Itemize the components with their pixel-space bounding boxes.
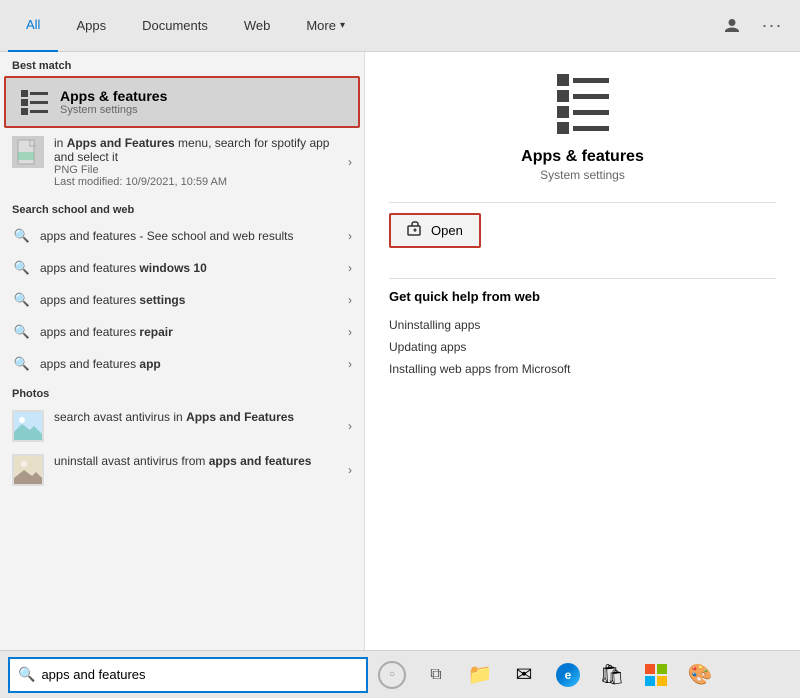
chevron-right-icon: › (348, 155, 352, 169)
web-result-0[interactable]: 🔍 apps and features - See school and web… (0, 220, 364, 252)
file-type: PNG File (54, 164, 344, 176)
search-icon-1: 🔍 (12, 258, 32, 278)
file-title-prefix: in (54, 136, 67, 150)
photos-text-0: search avast antivirus in Apps and Featu… (54, 410, 344, 424)
file-title-bold: Apps and Features (67, 136, 175, 150)
store-icon: 🛍 (599, 662, 624, 687)
quick-help-link-0[interactable]: Uninstalling apps (389, 314, 776, 336)
tab-more[interactable]: More ▾ (288, 0, 363, 52)
top-nav: All Apps Documents Web More ▾ ··· (0, 0, 800, 52)
web-result-3[interactable]: 🔍 apps and features repair › (0, 316, 364, 348)
web-result-text-3: apps and features repair (40, 325, 344, 339)
web-result-text-2: apps and features settings (40, 293, 344, 307)
edge-icon: e (556, 663, 580, 687)
app-title: Apps & features (389, 148, 776, 166)
nav-icons: ··· (716, 10, 788, 42)
search-icon-0: 🔍 (12, 226, 32, 246)
search-icon-3: 🔍 (12, 322, 32, 342)
best-match-text: Apps & features System settings (60, 88, 167, 116)
file-explorer-icon: 📁 (468, 662, 493, 687)
mail-button[interactable]: ✉ (504, 655, 544, 695)
web-result-1[interactable]: 🔍 apps and features windows 10 › (0, 252, 364, 284)
main-content: Best match Apps & features System settin… (0, 52, 800, 650)
nav-tabs: All Apps Documents Web More ▾ (8, 0, 716, 52)
search-input-icon: 🔍 (18, 666, 35, 683)
chevron-right-icon-3: › (348, 325, 352, 339)
store-button[interactable]: 🛍 (592, 655, 632, 695)
apps-features-small-icon (18, 86, 50, 118)
png-file-icon (12, 136, 44, 168)
web-result-text-0: apps and features - See school and web r… (40, 229, 344, 243)
web-result-text-4: apps and features app (40, 357, 344, 371)
divider-1 (389, 202, 776, 203)
photos-section-label: Photos (0, 380, 364, 404)
photos-text-1: uninstall avast antivirus from apps and … (54, 454, 344, 468)
chevron-right-icon-2: › (348, 293, 352, 307)
search-input[interactable] (41, 667, 358, 682)
chevron-right-icon-0: › (348, 229, 352, 243)
xbox-icon (645, 664, 667, 686)
chevron-right-icon-1: › (348, 261, 352, 275)
search-input-area: 🔍 (8, 657, 368, 693)
task-view-button[interactable]: ⧉ (416, 655, 456, 695)
file-explorer-button[interactable]: 📁 (460, 655, 500, 695)
chevron-down-icon: ▾ (340, 20, 345, 31)
best-match-title: Apps & features (60, 88, 167, 104)
quick-help-title: Get quick help from web (389, 289, 776, 304)
chevron-right-icon-4: › (348, 357, 352, 371)
more-options-icon[interactable]: ··· (756, 10, 788, 42)
quick-help-link-2[interactable]: Installing web apps from Microsoft (389, 358, 776, 380)
cortana-icon: ○ (378, 661, 406, 689)
tab-documents[interactable]: Documents (124, 0, 226, 52)
tab-apps[interactable]: Apps (58, 0, 124, 52)
tab-all[interactable]: All (8, 0, 58, 52)
web-result-2[interactable]: 🔍 apps and features settings › (0, 284, 364, 316)
web-section-label: Search school and web (0, 196, 364, 220)
open-icon (407, 221, 423, 240)
best-match-item[interactable]: Apps & features System settings (4, 76, 360, 128)
file-title: in Apps and Features menu, search for sp… (54, 136, 344, 164)
chevron-right-photos-1: › (348, 463, 352, 477)
photos-result-1[interactable]: uninstall avast antivirus from apps and … (0, 448, 364, 492)
search-icon-2: 🔍 (12, 290, 32, 310)
divider-2 (389, 278, 776, 279)
app-detail-icon (389, 72, 776, 136)
best-match-label: Best match (0, 52, 364, 76)
app-detail-subtitle: System settings (389, 168, 776, 182)
tab-web[interactable]: Web (226, 0, 289, 52)
file-result[interactable]: in Apps and Features menu, search for sp… (0, 128, 364, 196)
task-view-icon: ⧉ (430, 666, 441, 684)
right-panel: Apps & features System settings Open Get… (365, 52, 800, 650)
left-panel: Best match Apps & features System settin… (0, 52, 365, 650)
file-modified: Last modified: 10/9/2021, 10:59 AM (54, 176, 344, 188)
person-icon[interactable] (716, 10, 748, 42)
quick-help-link-1[interactable]: Updating apps (389, 336, 776, 358)
photo-thumb-0 (12, 410, 44, 442)
best-match-subtitle: System settings (60, 104, 167, 116)
color-app-icon: 🎨 (688, 662, 713, 687)
edge-button[interactable]: e (548, 655, 588, 695)
cortana-button[interactable]: ○ (372, 655, 412, 695)
open-button[interactable]: Open (389, 213, 481, 248)
chevron-right-photos-0: › (348, 419, 352, 433)
web-result-4[interactable]: 🔍 apps and features app › (0, 348, 364, 380)
file-info: in Apps and Features menu, search for sp… (54, 136, 344, 188)
large-apps-features-icon (551, 72, 615, 136)
mail-icon: ✉ (516, 662, 533, 687)
photo-thumb-1 (12, 454, 44, 486)
xbox-button[interactable] (636, 655, 676, 695)
web-result-text-1: apps and features windows 10 (40, 261, 344, 275)
photos-result-0[interactable]: search avast antivirus in Apps and Featu… (0, 404, 364, 448)
color-app-button[interactable]: 🎨 (680, 655, 720, 695)
bottom-bar: 🔍 ○ ⧉ 📁 ✉ e 🛍 🎨 (0, 650, 800, 698)
search-icon-4: 🔍 (12, 354, 32, 374)
